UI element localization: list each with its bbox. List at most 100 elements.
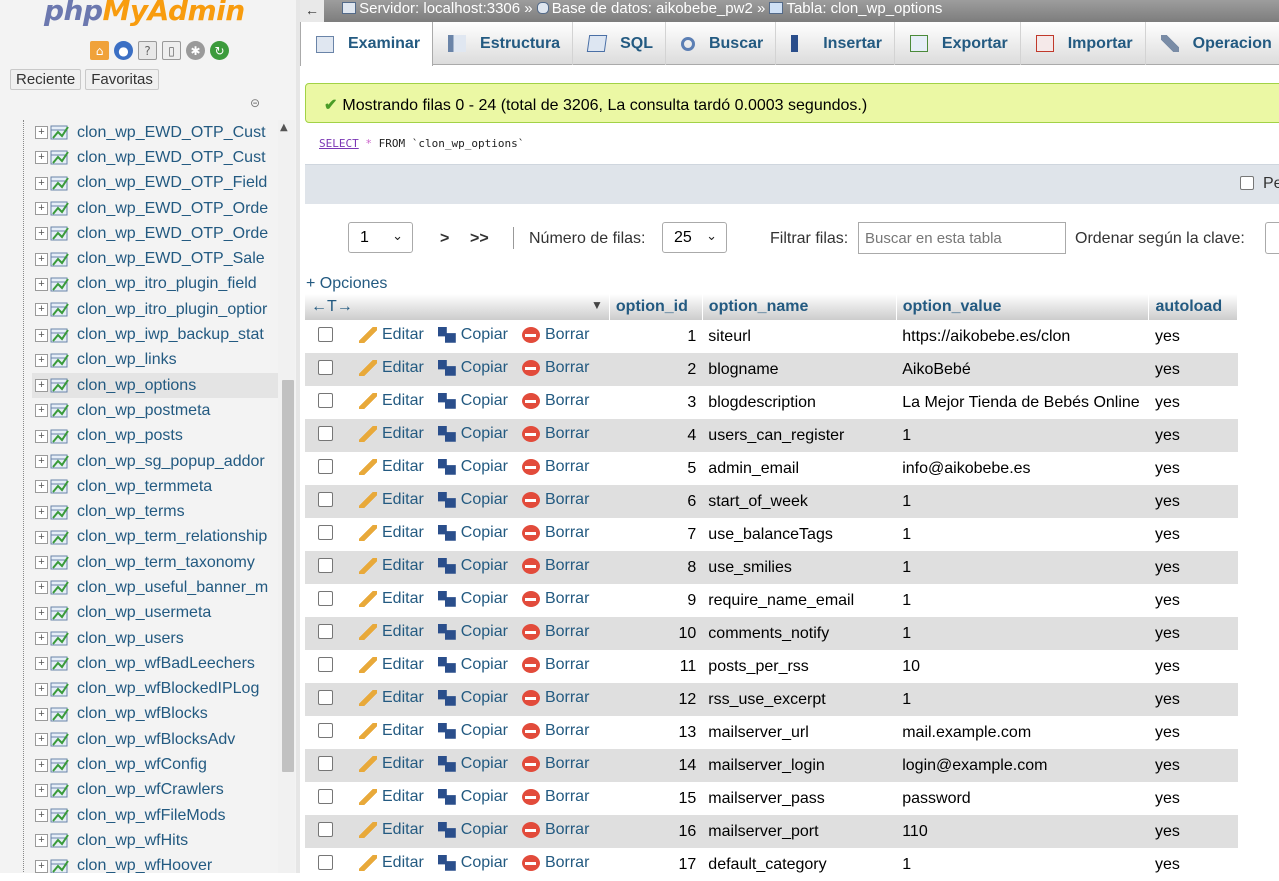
sort-by-key-select[interactable]: [1265, 222, 1279, 254]
tree-item-table[interactable]: + clon_wp_itro_plugin_optior: [32, 297, 278, 322]
delete-row-link[interactable]: Borrar: [521, 524, 589, 542]
tree-item-table[interactable]: + clon_wp_EWD_OTP_Cust: [32, 145, 278, 170]
cell-autoload[interactable]: yes: [1148, 848, 1238, 881]
edit-row-link[interactable]: Editar: [359, 689, 424, 707]
profiling-checkbox[interactable]: [1240, 176, 1254, 190]
cell-option-name[interactable]: users_can_register: [702, 419, 897, 452]
expand-plus-icon[interactable]: +: [35, 480, 48, 494]
table-structure-icon[interactable]: [50, 833, 70, 848]
last-page-button[interactable]: >>: [470, 230, 489, 248]
tree-item-table[interactable]: + clon_wp_wfBlockedIPLog: [32, 677, 278, 702]
breadcrumb-database[interactable]: Base de datos: aikobebe_pw2: [536, 0, 753, 17]
delete-row-link[interactable]: Borrar: [521, 458, 589, 476]
cell-autoload[interactable]: yes: [1148, 419, 1238, 452]
row-checkbox[interactable]: [318, 558, 333, 574]
cell-autoload[interactable]: yes: [1148, 716, 1238, 749]
tree-item-table[interactable]: + clon_wp_itro_plugin_field: [32, 272, 278, 297]
tree-item-table[interactable]: + clon_wp_iwp_backup_stat: [32, 322, 278, 347]
gear-icon[interactable]: ✱: [186, 41, 205, 60]
cell-option-value[interactable]: La Mejor Tienda de Bebés Online: [896, 386, 1149, 419]
cell-option-id[interactable]: 14: [609, 749, 703, 782]
favorites-tab[interactable]: Favoritas: [85, 69, 159, 90]
table-structure-icon[interactable]: [50, 606, 70, 621]
table-structure-icon[interactable]: [50, 758, 70, 773]
row-checkbox[interactable]: [318, 393, 333, 409]
cell-autoload[interactable]: yes: [1148, 650, 1238, 683]
back-arrow-button[interactable]: ←: [300, 0, 324, 22]
cell-option-id[interactable]: 7: [609, 518, 703, 551]
expand-plus-icon[interactable]: +: [35, 176, 48, 190]
expand-plus-icon[interactable]: +: [35, 809, 48, 823]
expand-plus-icon[interactable]: +: [35, 707, 48, 721]
expand-plus-icon[interactable]: +: [35, 126, 48, 140]
tab-sql[interactable]: SQL: [573, 22, 666, 65]
header-option-value[interactable]: option_value: [896, 294, 1150, 320]
tab-structure[interactable]: Estructura: [433, 22, 574, 65]
edit-row-link[interactable]: Editar: [359, 623, 424, 641]
row-checkbox[interactable]: [318, 591, 333, 607]
cell-option-value[interactable]: 110: [896, 815, 1149, 848]
scroll-up-arrow-icon[interactable]: ▲: [280, 122, 288, 133]
nav-resizer[interactable]: [296, 0, 300, 873]
tree-item-table[interactable]: + clon_wp_wfBadLeechers: [32, 651, 278, 676]
cell-option-value[interactable]: 10: [896, 650, 1149, 683]
table-structure-icon[interactable]: [50, 176, 70, 191]
tree-item-table[interactable]: + clon_wp_sg_popup_addor: [32, 449, 278, 474]
cell-option-name[interactable]: use_balanceTags: [702, 518, 897, 551]
tab-export[interactable]: Exportar: [895, 22, 1021, 65]
edit-row-link[interactable]: Editar: [359, 491, 424, 509]
row-checkbox[interactable]: [318, 855, 333, 871]
tree-item-table[interactable]: + clon_wp_term_relationship: [32, 525, 278, 550]
cell-autoload[interactable]: yes: [1148, 815, 1238, 848]
edit-row-link[interactable]: Editar: [359, 722, 424, 740]
cell-option-id[interactable]: 16: [609, 815, 703, 848]
row-checkbox[interactable]: [318, 492, 333, 508]
row-checkbox[interactable]: [318, 657, 333, 673]
header-option-id[interactable]: option_id: [609, 294, 703, 320]
cell-option-value[interactable]: 1: [896, 617, 1149, 650]
row-checkbox[interactable]: [318, 426, 333, 442]
edit-row-link[interactable]: Editar: [359, 788, 424, 806]
tab-operations[interactable]: Operacion: [1146, 22, 1279, 65]
copy-row-link[interactable]: Copiar: [437, 788, 508, 806]
table-structure-icon[interactable]: [50, 150, 70, 165]
tree-item-table[interactable]: + clon_wp_wfBlocksAdv: [32, 727, 278, 752]
table-structure-icon[interactable]: [50, 277, 70, 292]
expand-plus-icon[interactable]: +: [35, 581, 48, 595]
expand-plus-icon[interactable]: +: [35, 455, 48, 468]
cell-option-value[interactable]: 1: [896, 848, 1149, 881]
table-structure-icon[interactable]: [50, 125, 70, 140]
cell-option-id[interactable]: 13: [609, 716, 703, 749]
cell-option-value[interactable]: info@aikobebe.es: [896, 452, 1149, 485]
table-structure-icon[interactable]: [50, 808, 70, 823]
row-checkbox[interactable]: [318, 459, 333, 475]
cell-option-name[interactable]: require_name_email: [702, 584, 897, 617]
copy-row-link[interactable]: Copiar: [437, 524, 508, 542]
table-structure-icon[interactable]: [50, 530, 70, 545]
row-checkbox[interactable]: [318, 690, 333, 706]
cell-option-id[interactable]: 8: [609, 551, 703, 584]
expand-plus-icon[interactable]: +: [35, 151, 48, 165]
phpmyadmin-logo[interactable]: phpMyAdmin: [44, 0, 245, 27]
column-resize-arrows[interactable]: ←T→: [311, 298, 353, 315]
delete-row-link[interactable]: Borrar: [521, 722, 589, 740]
table-structure-icon[interactable]: [50, 682, 70, 697]
table-structure-icon[interactable]: [50, 859, 70, 873]
edit-row-link[interactable]: Editar: [359, 425, 424, 443]
table-structure-icon[interactable]: [50, 201, 70, 216]
delete-row-link[interactable]: Borrar: [521, 425, 589, 443]
table-structure-icon[interactable]: [50, 454, 70, 469]
tree-item-table[interactable]: + clon_wp_wfConfig: [32, 752, 278, 777]
cell-option-name[interactable]: mailserver_url: [702, 716, 897, 749]
delete-row-link[interactable]: Borrar: [521, 755, 589, 773]
copy-row-link[interactable]: Copiar: [437, 755, 508, 773]
delete-row-link[interactable]: Borrar: [521, 359, 589, 377]
table-structure-icon[interactable]: [50, 783, 70, 798]
recent-tab[interactable]: Reciente: [10, 69, 82, 90]
cell-autoload[interactable]: yes: [1148, 551, 1238, 584]
cell-option-name[interactable]: mailserver_login: [702, 749, 897, 782]
cell-option-id[interactable]: 9: [609, 584, 703, 617]
expand-plus-icon[interactable]: +: [35, 353, 48, 367]
copy-row-link[interactable]: Copiar: [437, 623, 508, 641]
cell-option-id[interactable]: 17: [609, 848, 703, 881]
